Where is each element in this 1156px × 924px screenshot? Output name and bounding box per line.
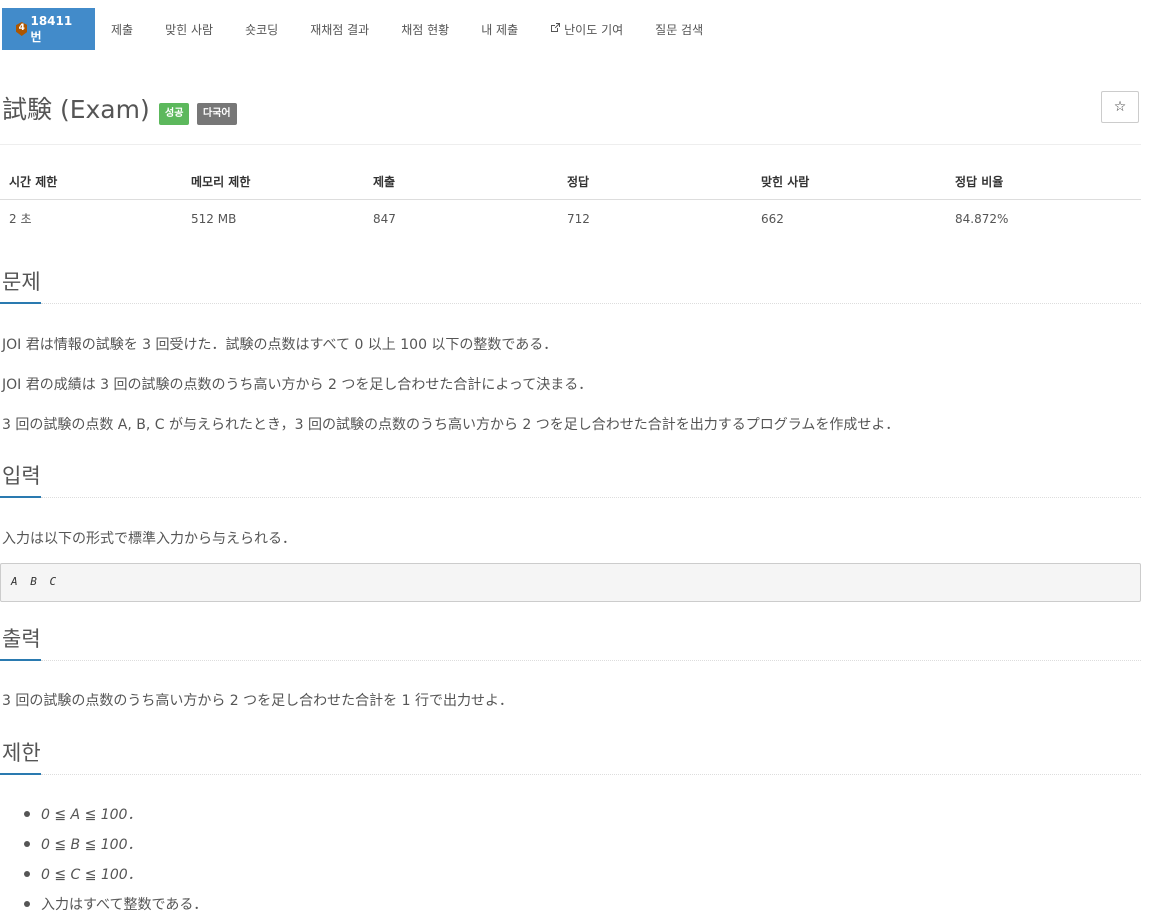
section-output-heading: 출력 [0,623,1141,661]
section-problem-heading: 문제 [0,266,1141,304]
problem-paragraph-1: JOI 君は情報の試験を 3 回受けた．試験の点数はすべて 0 以上 100 以… [2,337,558,353]
value-ratio: 84.872% [955,212,1009,226]
favorite-star-button[interactable]: ☆ [1101,91,1139,123]
page-title: 試験 (Exam) [2,95,150,124]
header-memory-limit: 메모리 제한 [191,175,251,189]
title-divider [0,144,1141,145]
nav-question-search[interactable]: 질문 검색 [639,8,719,50]
value-memory-limit: 512 MB [191,212,237,226]
list-item: 0 ≦ C ≦ 100． [0,860,600,890]
tier-badge-icon: 4 [16,22,28,36]
value-accepted: 712 [567,212,590,226]
problem-info-table: 시간 제한 메모리 제한 제출 정답 맞힌 사람 정답 비율 2 초 512 M… [0,165,1141,234]
problem-title-row: 試験 (Exam) 성공 다국어 ☆ [0,90,1141,130]
section-input-title: 입력 [2,464,41,488]
header-accepted: 정답 [567,175,590,189]
bullet-icon [24,871,30,877]
heading-divider [41,659,1141,661]
input-format-text: A B C [11,575,60,588]
problem-paragraph-2: JOI 君の成績は 3 回の試験の点数のうち高い方から 2 つを足し合わせた合計… [2,377,593,393]
header-solvers: 맞힌 사람 [761,175,810,189]
problem-id-label: 18411번 [30,13,73,44]
language-badge: 다국어 [197,103,237,125]
nav-difficulty-label: 난이도 기여 [564,22,624,37]
nav-rejudge-results[interactable]: 재채점 결과 [294,8,385,50]
section-output-title: 출력 [2,627,41,651]
list-item: 0 ≦ B ≦ 100． [0,830,600,860]
heading-underline [0,659,41,661]
value-solvers[interactable]: 662 [761,202,784,236]
heading-underline [0,302,41,304]
header-time-limit: 시간 제한 [9,175,58,189]
section-problem-title: 문제 [2,270,41,294]
heading-underline [0,773,41,775]
input-format-block: A B C [0,563,1141,602]
table-row: 2 초 512 MB 847 712 662 84.872% [0,200,1141,234]
limit-a: 0 ≦ A ≦ 100． [41,807,142,823]
list-item: 入力はすべて整数である． [0,890,600,920]
header-submissions: 제출 [373,175,396,189]
limit-c: 0 ≦ C ≦ 100． [41,867,142,883]
value-submissions[interactable]: 847 [373,202,396,236]
header-ratio: 정답 비율 [955,175,1004,189]
section-input-heading: 입력 [0,460,1141,498]
nav-solved-users[interactable]: 맞힌 사람 [149,8,229,50]
problem-menu: 4 18411번 제출 맞힌 사람 숏코딩 재채점 결과 채점 현황 내 제출 … [0,8,1156,50]
input-paragraph: 入力は以下の形式で標準入力から与えられる． [2,531,296,547]
external-link-icon [550,22,561,36]
section-limits-heading: 제한 [0,737,1141,775]
nav-short-coding[interactable]: 숏코딩 [229,8,294,50]
limits-list: 0 ≦ A ≦ 100． 0 ≦ B ≦ 100． 0 ≦ C ≦ 100． 入… [0,800,600,920]
value-time-limit: 2 초 [9,212,32,226]
limit-b: 0 ≦ B ≦ 100． [41,837,142,853]
star-icon: ☆ [1113,99,1127,115]
nav-submit[interactable]: 제출 [95,8,149,50]
nav-difficulty-contribution[interactable]: 난이도 기여 [534,8,639,50]
heading-divider [41,302,1141,304]
list-item: 0 ≦ A ≦ 100． [0,800,600,830]
problem-paragraph-3: 3 回の試験の点数 A, B, C が与えられたとき，3 回の試験の点数のうち高… [2,417,900,433]
bullet-icon [24,901,30,907]
status-badge: 성공 [159,103,190,125]
heading-divider [41,496,1141,498]
section-limits-title: 제한 [2,741,41,765]
problem-page: 4 18411번 제출 맞힌 사람 숏코딩 재채점 결과 채점 현황 내 제출 … [0,0,1156,924]
nav-problem-tab[interactable]: 4 18411번 [2,8,95,50]
nav-my-submissions[interactable]: 내 제출 [465,8,534,50]
output-paragraph: 3 回の試験の点数のうち高い方から 2 つを足し合わせた合計を 1 行で出力せよ… [2,693,513,709]
table-header-row: 시간 제한 메모리 제한 제출 정답 맞힌 사람 정답 비율 [0,165,1141,200]
nav-status[interactable]: 채점 현황 [385,8,465,50]
bullet-icon [24,811,30,817]
bullet-icon [24,841,30,847]
heading-divider [41,773,1141,775]
limit-integers: 入力はすべて整数である． [41,897,208,913]
heading-underline [0,496,41,498]
